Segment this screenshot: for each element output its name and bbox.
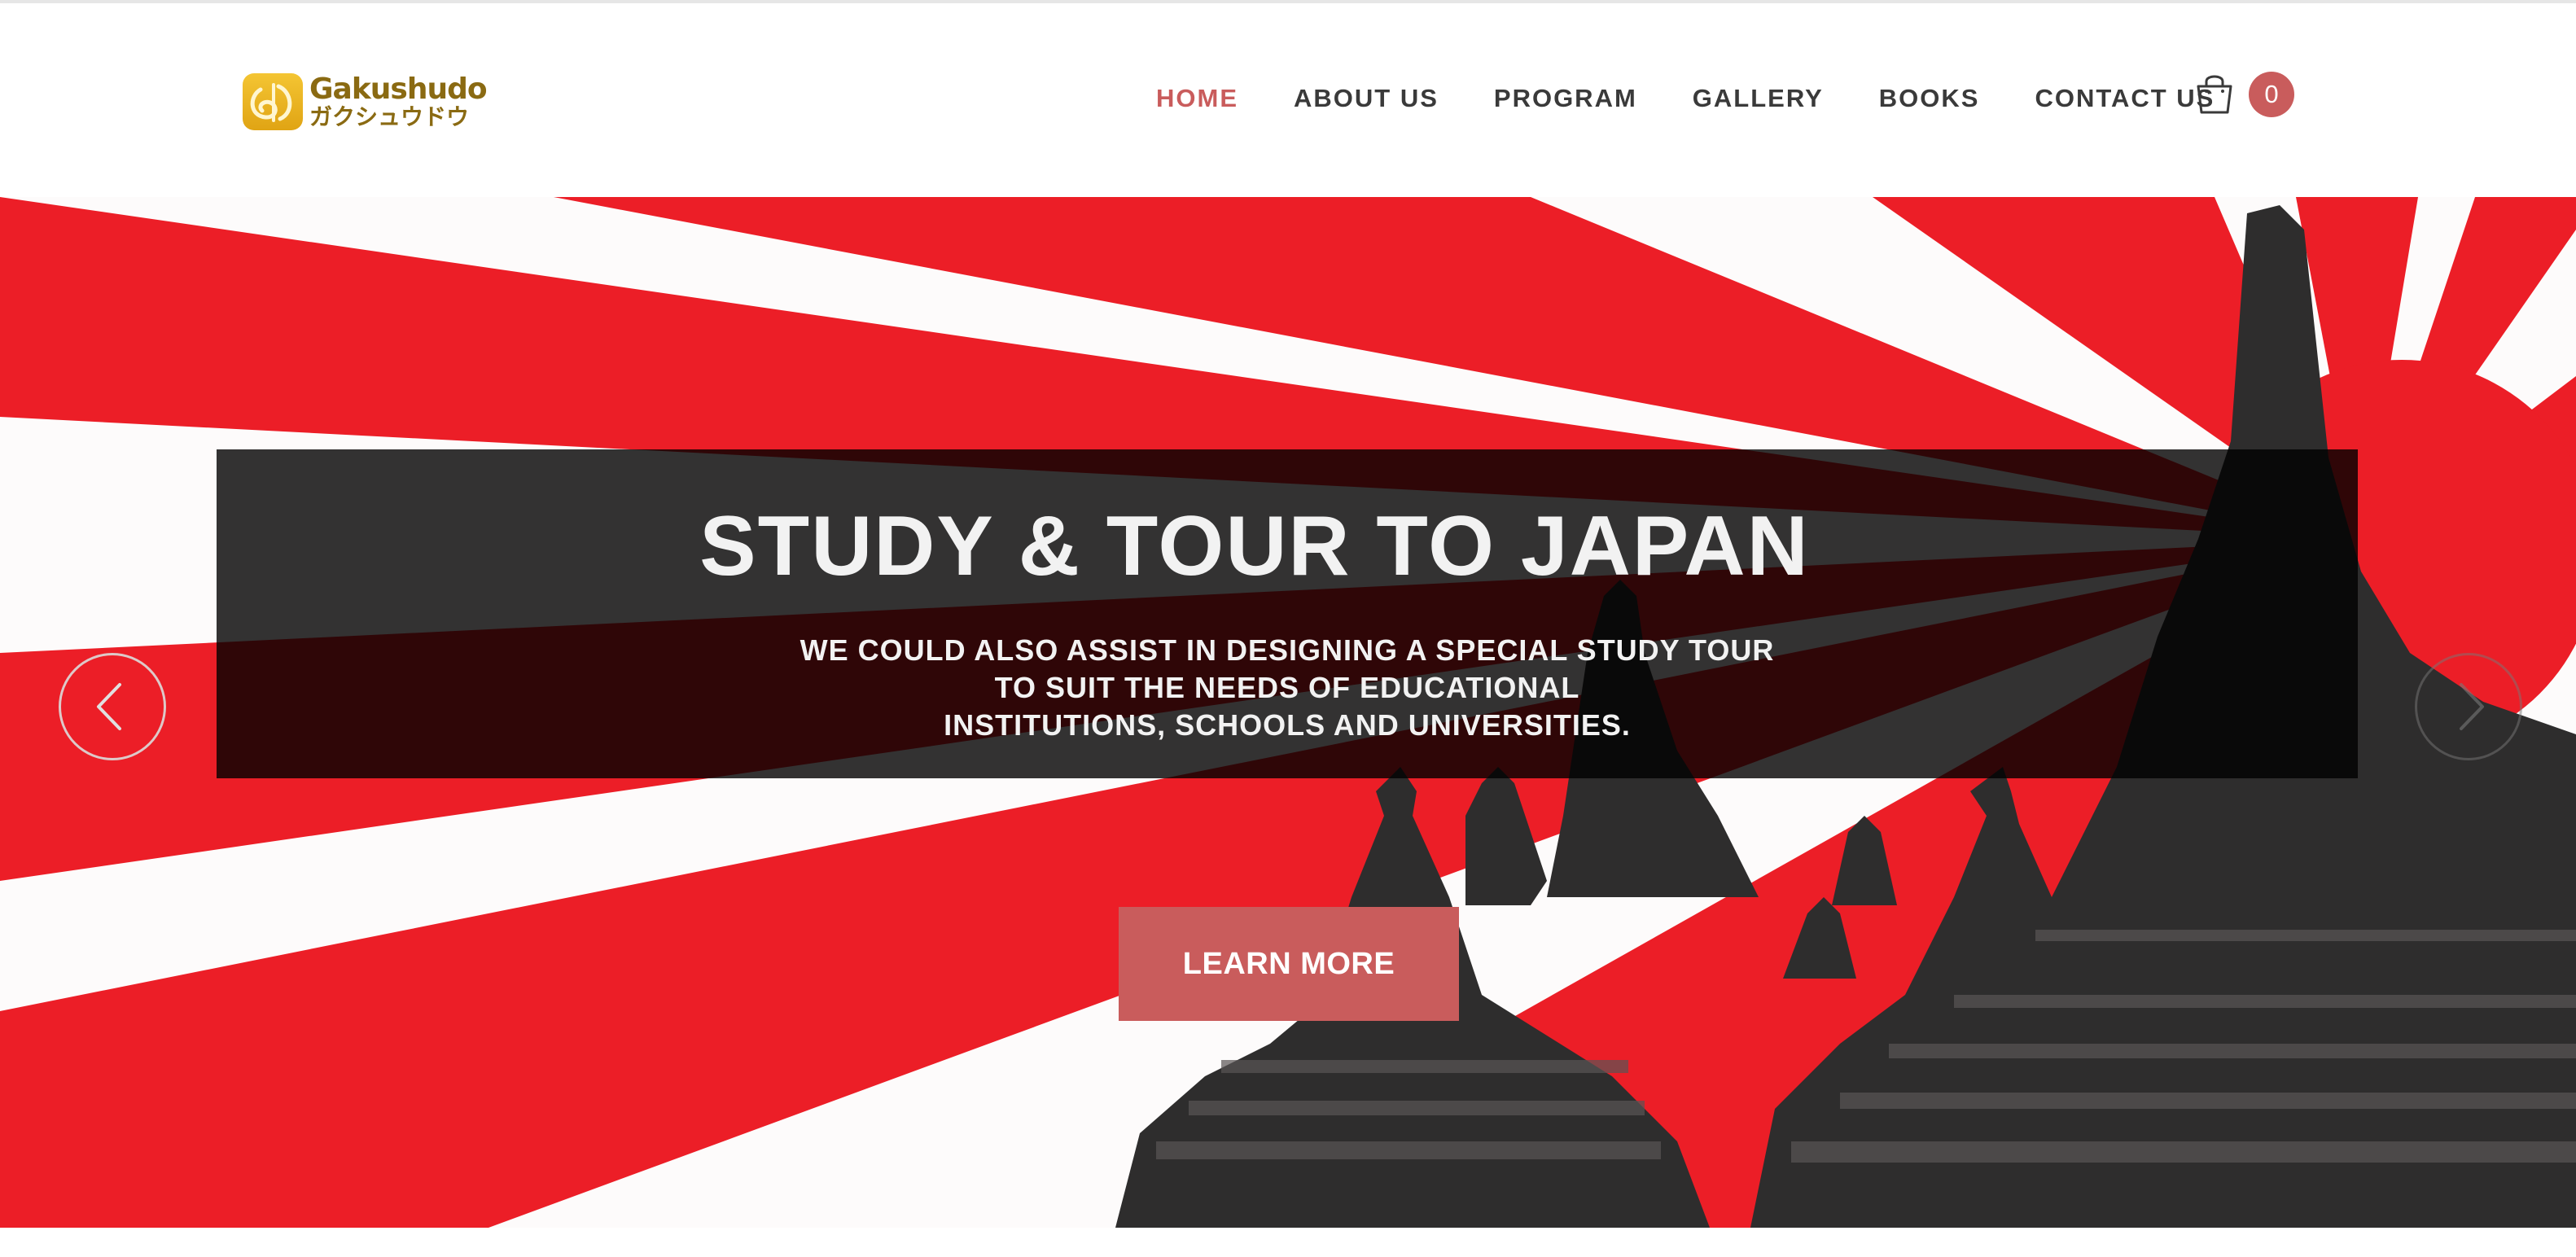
slider-prev-button[interactable] xyxy=(59,653,166,760)
hero-slider: STUDY & TOUR TO JAPAN WE COULD ALSO ASSI… xyxy=(0,197,2576,1228)
page-bottom-strip xyxy=(0,1228,2576,1257)
hero-subtitle-line: WE COULD ALSO ASSIST IN DESIGNING A SPEC… xyxy=(800,633,1775,667)
hero-title: STUDY & TOUR TO JAPAN xyxy=(699,499,1810,593)
hero-caption-panel: STUDY & TOUR TO JAPAN WE COULD ALSO ASSI… xyxy=(217,449,2358,778)
hero-subtitle: WE COULD ALSO ASSIST IN DESIGNING A SPEC… xyxy=(217,632,2358,744)
logo-icon xyxy=(243,73,303,130)
main-nav: HOME ABOUT US PROGRAM GALLERY BOOKS CONT… xyxy=(1156,78,2270,119)
nav-item-gallery[interactable]: GALLERY xyxy=(1693,78,1824,119)
hero-subtitle-line: INSTITUTIONS, SCHOOLS AND UNIVERSITIES. xyxy=(944,708,1631,742)
site-logo[interactable]: Gakushudo ガクシュウドウ xyxy=(243,72,488,130)
shopping-bag-icon[interactable] xyxy=(2195,72,2234,117)
nav-item-home[interactable]: HOME xyxy=(1156,78,1238,119)
site-header: Gakushudo ガクシュウドウ HOME ABOUT US PROGRAM … xyxy=(0,3,2576,197)
chevron-left-icon xyxy=(97,683,121,730)
nav-item-about-us[interactable]: ABOUT US xyxy=(1294,78,1439,119)
logo-name: Gakushudo xyxy=(309,72,488,106)
nav-item-contact-us[interactable]: CONTACT US xyxy=(2035,78,2215,119)
nav-item-program[interactable]: PROGRAM xyxy=(1494,78,1637,119)
cart-count-badge[interactable]: 0 xyxy=(2249,72,2294,117)
slider-next-button[interactable] xyxy=(2415,653,2522,760)
learn-more-button[interactable]: LEARN MORE xyxy=(1119,907,1459,1021)
chevron-right-icon xyxy=(2460,683,2484,730)
nav-item-books[interactable]: BOOKS xyxy=(1879,78,1980,119)
hero-subtitle-line: TO SUIT THE NEEDS OF EDUCATIONAL xyxy=(994,671,1580,704)
logo-kana: ガクシュウドウ xyxy=(309,103,470,130)
